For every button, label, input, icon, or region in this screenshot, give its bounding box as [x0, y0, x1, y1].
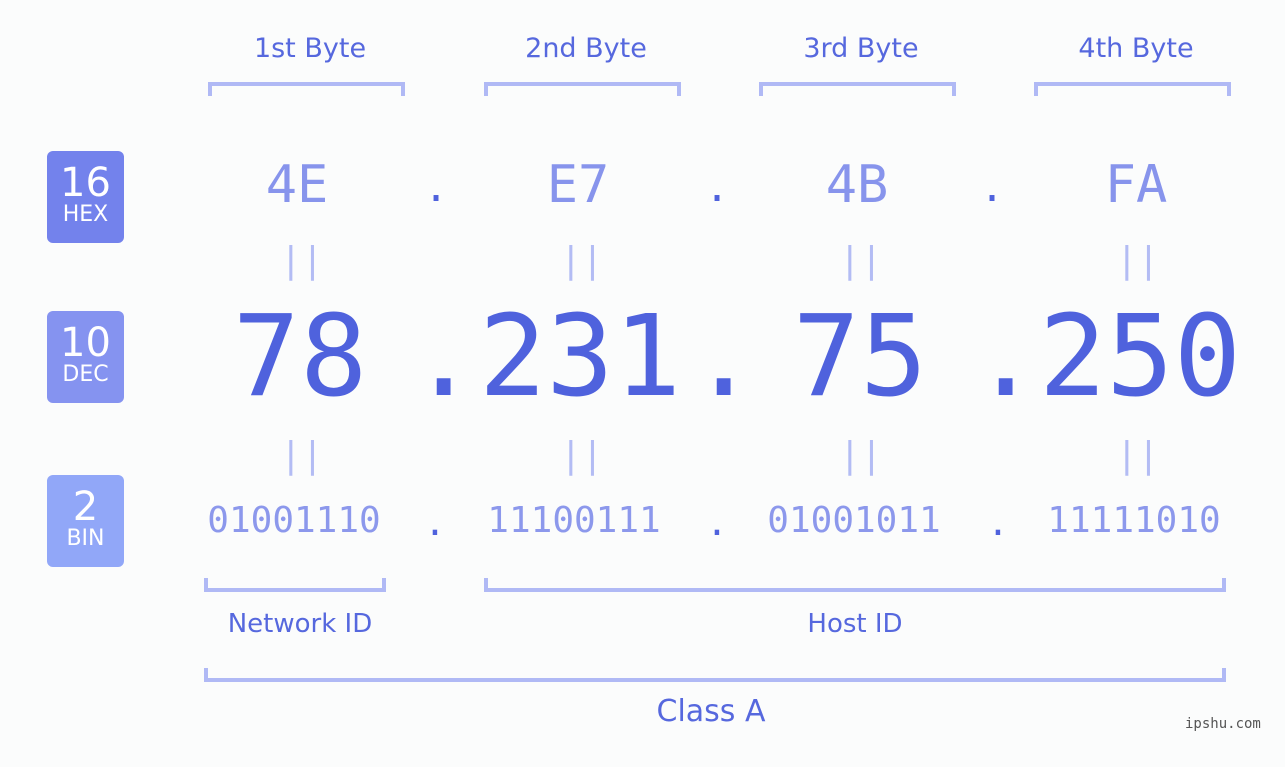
equals-sign: || — [560, 435, 604, 476]
dec-value-4: 250 — [1038, 292, 1242, 422]
byte-bracket-2 — [484, 82, 681, 96]
bin-value-2: 11100111 — [487, 500, 661, 541]
network-id-label: Network ID — [227, 609, 373, 639]
equals-sign: || — [280, 435, 324, 476]
bin-value-4: 11111010 — [1047, 500, 1221, 541]
byte-bracket-1 — [208, 82, 405, 96]
bin-badge-label: BIN — [66, 526, 105, 551]
byte-label-3: 3rd Byte — [803, 33, 919, 64]
equals-sign: || — [839, 240, 883, 281]
dec-value-2: 231 — [478, 292, 682, 422]
byte-bracket-3 — [759, 82, 956, 96]
hex-value-4: FA — [1104, 155, 1168, 215]
equals-sign: || — [560, 240, 604, 281]
host-id-label: Host ID — [807, 609, 903, 639]
network-id-bracket — [204, 578, 386, 592]
bin-badge-number: 2 — [72, 484, 99, 530]
dec-value-1: 78 — [232, 292, 368, 422]
hex-badge: 16 HEX — [47, 151, 124, 243]
dec-badge-number: 10 — [60, 320, 111, 366]
equals-sign: || — [280, 240, 324, 281]
byte-label-4: 4th Byte — [1078, 33, 1194, 64]
class-bracket — [204, 668, 1226, 682]
hex-dot-1: . — [423, 165, 449, 211]
hex-dot-3: . — [979, 165, 1005, 211]
bin-value-3: 01001011 — [767, 500, 941, 541]
byte-label-1: 1st Byte — [253, 33, 367, 64]
hex-value-3: 4B — [825, 155, 889, 215]
bin-value-1: 01001110 — [207, 500, 381, 541]
watermark: ipshu.com — [1185, 716, 1261, 732]
byte-bracket-4 — [1034, 82, 1231, 96]
bin-dot-3: . — [987, 503, 1009, 544]
dec-badge: 10 DEC — [47, 311, 124, 403]
hex-badge-number: 16 — [60, 160, 111, 206]
equals-sign: || — [1116, 435, 1160, 476]
hex-dot-2: . — [704, 165, 730, 211]
bin-dot-1: . — [424, 503, 446, 544]
hex-value-1: 4E — [265, 155, 329, 215]
host-id-bracket — [484, 578, 1226, 592]
dec-value-3: 75 — [792, 292, 928, 422]
equals-sign: || — [1116, 240, 1160, 281]
equals-sign: || — [839, 435, 883, 476]
dec-badge-label: DEC — [62, 362, 109, 387]
bin-badge: 2 BIN — [47, 475, 124, 567]
hex-badge-label: HEX — [62, 202, 109, 227]
bin-dot-2: . — [706, 503, 728, 544]
byte-label-2: 2nd Byte — [525, 33, 647, 64]
hex-value-2: E7 — [546, 155, 610, 215]
class-label: Class A — [656, 694, 766, 729]
